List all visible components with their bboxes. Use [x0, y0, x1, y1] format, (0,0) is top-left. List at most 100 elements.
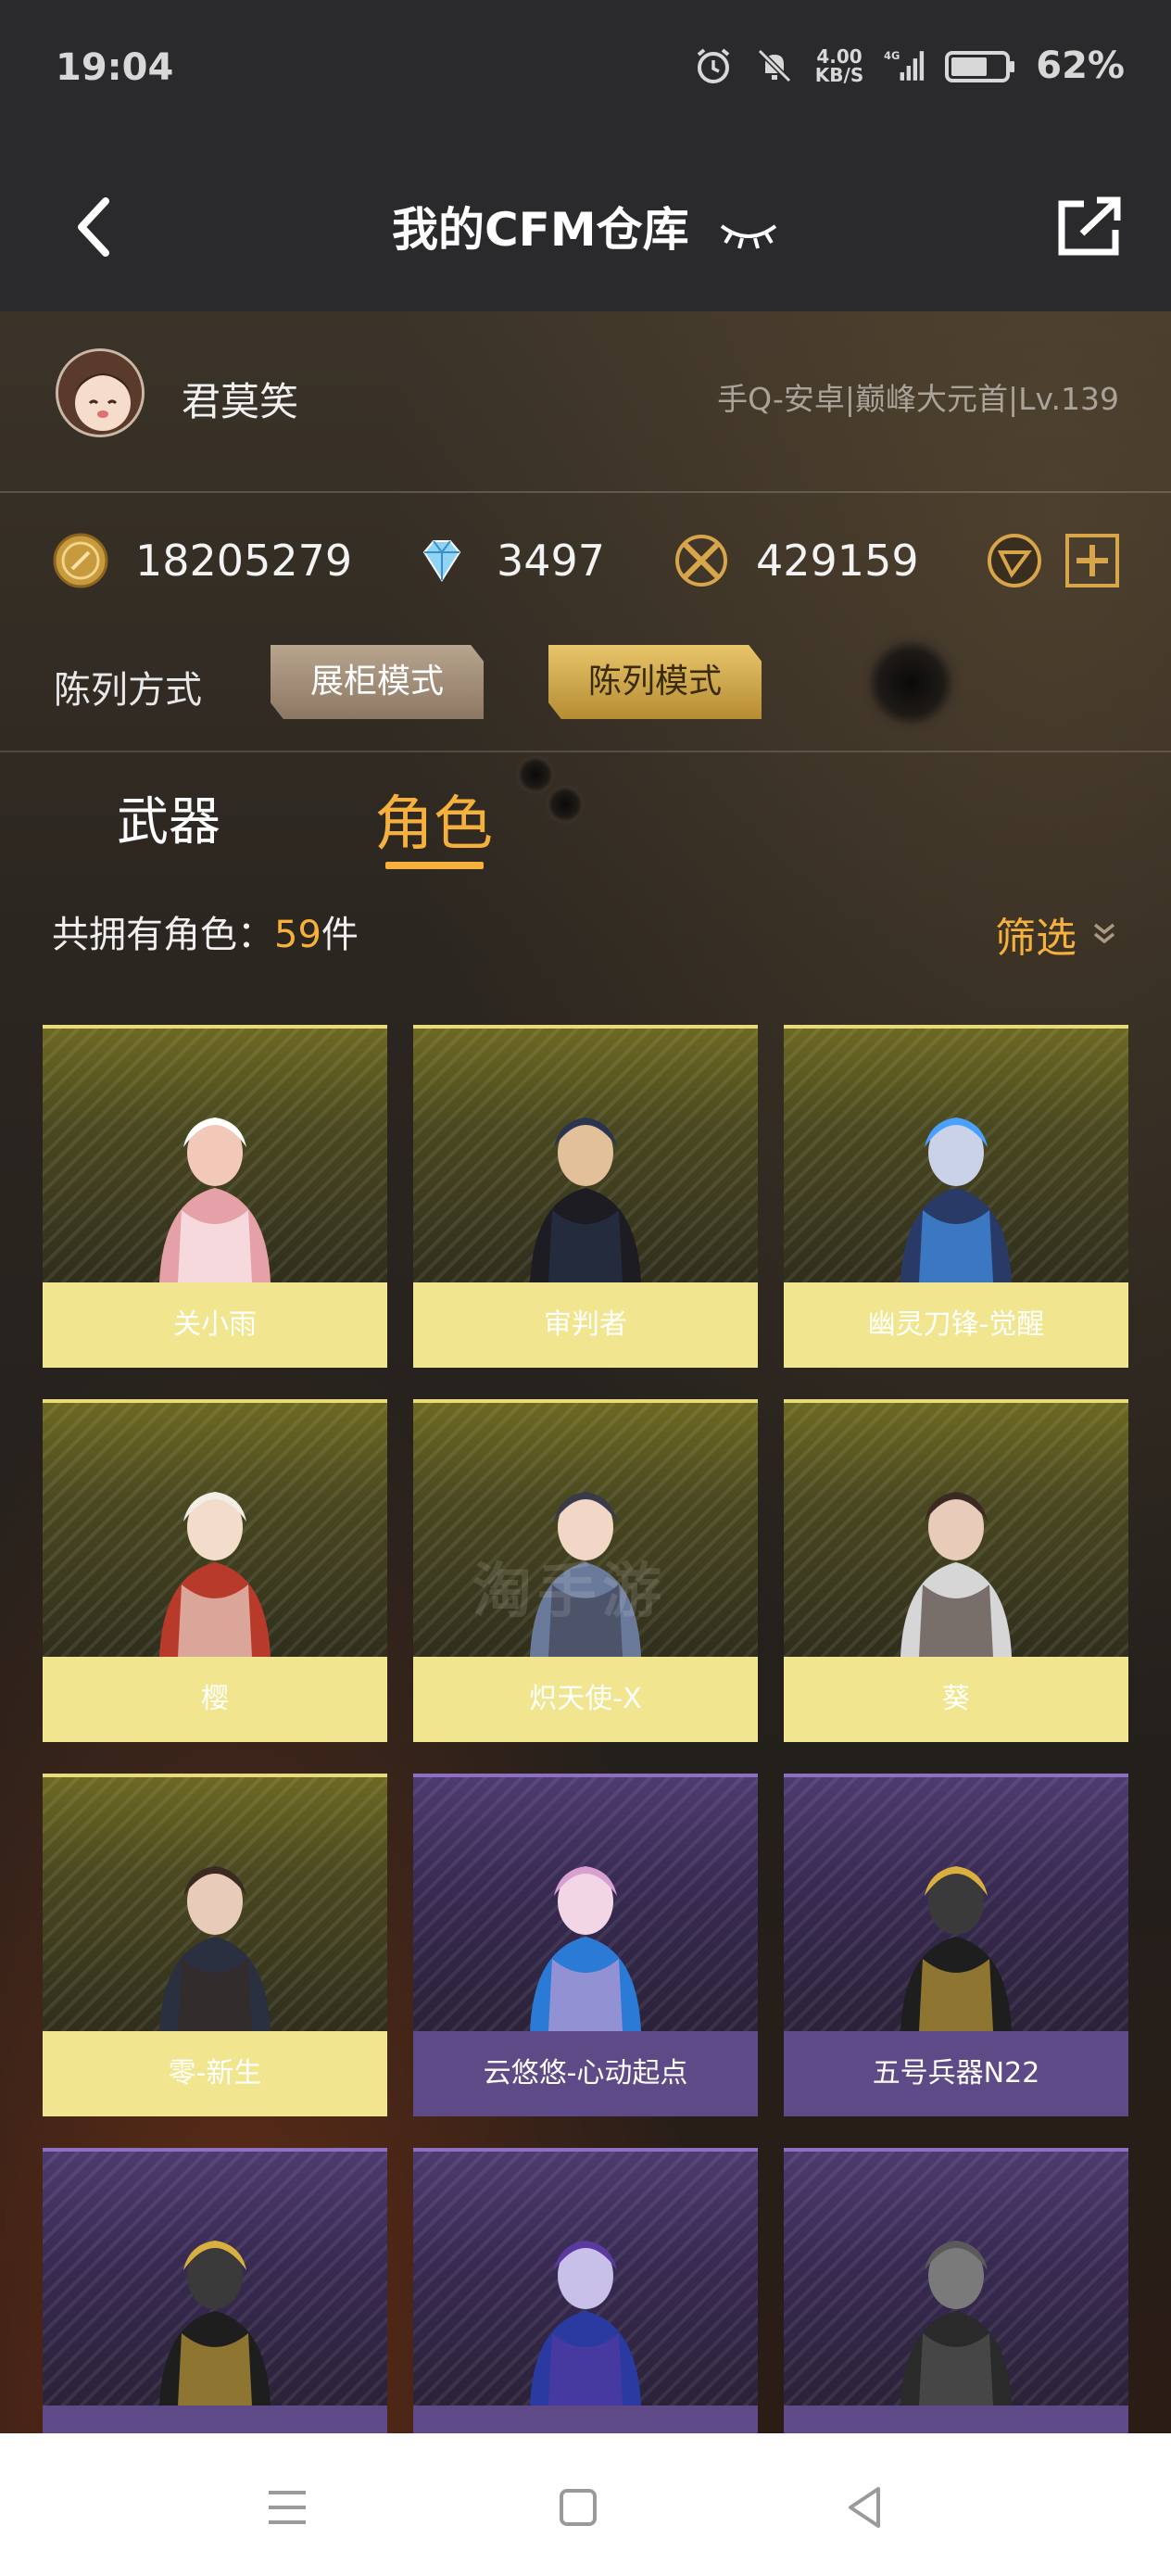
diamond-value: 3497 — [497, 536, 606, 586]
cabinet-mode-button[interactable]: 展柜模式 — [271, 645, 484, 719]
character-card[interactable] — [43, 2148, 387, 2433]
net-speed-value: 4.00 — [816, 45, 863, 68]
server-info: 手Q-安卓|巅峰大元首|Lv.139 — [717, 381, 1119, 417]
character-art — [413, 1025, 758, 1282]
gold-currency: 18205279 — [52, 532, 352, 589]
diamond-icon — [422, 540, 461, 582]
profile-bar: 君莫笑 手Q-安卓|巅峰大元首|Lv.139 — [0, 311, 1171, 493]
character-art — [413, 1774, 758, 2031]
alarm-icon — [697, 48, 730, 83]
category-tabs: 武器 角色 — [0, 752, 1171, 869]
gold-coin-icon — [53, 533, 108, 588]
net-speed-unit: KB/S — [814, 64, 864, 86]
avatar-image — [58, 351, 142, 435]
add-currency-button[interactable] — [1064, 532, 1121, 589]
battery-icon — [945, 51, 1015, 82]
points-value: 429159 — [756, 536, 919, 586]
tab-weapons[interactable]: 武器 — [117, 780, 220, 855]
character-figure — [900, 1118, 1012, 1282]
nickname: 君莫笑 — [182, 379, 299, 424]
character-art — [43, 1025, 387, 1282]
character-card[interactable]: 云悠悠-心动起点 — [413, 1774, 758, 2116]
watermark: 淘手游 — [472, 1558, 667, 1626]
app-header: 我的CFM仓库 — [0, 139, 1171, 311]
character-name — [43, 2406, 387, 2433]
character-figure — [900, 2241, 1012, 2406]
character-card[interactable]: 五号兵器N22 — [784, 1774, 1128, 2116]
character-art — [784, 2148, 1128, 2406]
display-mode-row: 陈列方式 展柜模式 陈列模式 — [0, 632, 1171, 752]
net-speed: 4.00 KB/S — [815, 47, 863, 84]
character-card[interactable]: 葵 — [784, 1399, 1128, 1742]
character-art — [784, 1774, 1128, 2031]
character-name: 审判者 — [413, 1282, 758, 1368]
summary-row: 共拥有角色：59件 筛选 — [0, 904, 1171, 969]
character-name: 炽天使-X — [413, 1657, 758, 1742]
character-name: 云悠悠-心动起点 — [413, 2031, 758, 2116]
back-triangle-icon[interactable] — [837, 2480, 893, 2535]
mute-icon — [757, 48, 791, 83]
character-card[interactable]: 零-新生 — [43, 1774, 387, 2116]
character-figure — [530, 1866, 641, 2031]
page-title-text: 我的CFM仓库 — [391, 203, 689, 257]
character-card[interactable]: 樱 — [43, 1399, 387, 1742]
character-name: 幽灵刀锋-觉醒 — [784, 1282, 1128, 1368]
filter-button[interactable]: 筛选 — [995, 904, 1119, 964]
character-name — [413, 2406, 758, 2433]
character-figure — [530, 1118, 641, 1282]
character-card[interactable] — [413, 2148, 758, 2433]
character-name: 葵 — [784, 1657, 1128, 1742]
character-figure — [159, 1866, 271, 2031]
character-name: 关小雨 — [43, 1282, 387, 1368]
currency-bar: 18205279 3497 429159 — [0, 493, 1171, 632]
character-card[interactable] — [784, 2148, 1128, 2433]
character-figure — [159, 2241, 271, 2406]
role-count-prefix: 共拥有角色： — [52, 914, 274, 956]
points-currency: 429159 — [673, 532, 919, 589]
list-mode-button[interactable]: 陈列模式 — [548, 645, 762, 719]
eye-closed-icon[interactable] — [718, 215, 779, 252]
character-art — [413, 2148, 758, 2406]
character-art — [784, 1025, 1128, 1282]
crossed-guns-icon — [675, 535, 727, 587]
role-count-number: 59 — [274, 914, 321, 956]
character-art — [784, 1399, 1128, 1657]
gold-value: 18205279 — [135, 536, 353, 586]
active-tab-indicator — [385, 862, 484, 869]
menu-icon[interactable] — [259, 2480, 315, 2535]
display-mode-label: 陈列方式 — [54, 669, 202, 712]
page-title: 我的CFM仓库 — [0, 193, 1171, 259]
character-name: 零-新生 — [43, 2031, 387, 2116]
role-count: 共拥有角色：59件 — [52, 904, 359, 958]
character-card[interactable]: 幽灵刀锋-觉醒 — [784, 1025, 1128, 1368]
character-card[interactable]: 审判者 — [413, 1025, 758, 1368]
character-name: 樱 — [43, 1657, 387, 1742]
svg-text:4G: 4G — [884, 49, 900, 62]
filter-label: 筛选 — [995, 915, 1077, 962]
character-figure — [530, 2241, 641, 2406]
character-figure — [900, 1866, 1012, 2031]
system-nav-bar — [0, 2433, 1171, 2576]
character-figure — [900, 1492, 1012, 1657]
character-name: 五号兵器N22 — [784, 2031, 1128, 2116]
character-art — [43, 1399, 387, 1657]
bullet-hole-decoration — [860, 632, 962, 734]
rank-badge-icon — [988, 534, 1041, 587]
warehouse-main: 君莫笑 手Q-安卓|巅峰大元首|Lv.139 18205279 3497 429… — [0, 311, 1171, 2433]
home-icon[interactable] — [550, 2480, 606, 2535]
double-chevron-down-icon — [1093, 923, 1115, 944]
share-icon[interactable] — [1054, 195, 1125, 259]
diamond-currency: 3497 — [413, 532, 605, 589]
status-icons: 4.00 KB/S 4G 62% — [693, 44, 1125, 87]
character-figure — [159, 1492, 271, 1657]
role-count-suffix: 件 — [321, 914, 359, 956]
avatar[interactable] — [56, 348, 145, 437]
character-art — [43, 2148, 387, 2406]
status-time: 19:04 — [56, 46, 174, 89]
status-bar: 19:04 4.00 KB/S 4G 62% — [0, 0, 1171, 139]
character-card[interactable]: 关小雨 — [43, 1025, 387, 1368]
character-figure — [159, 1118, 271, 1282]
tab-roles[interactable]: 角色 — [374, 777, 493, 862]
character-art — [43, 1774, 387, 2031]
character-name — [784, 2406, 1128, 2433]
